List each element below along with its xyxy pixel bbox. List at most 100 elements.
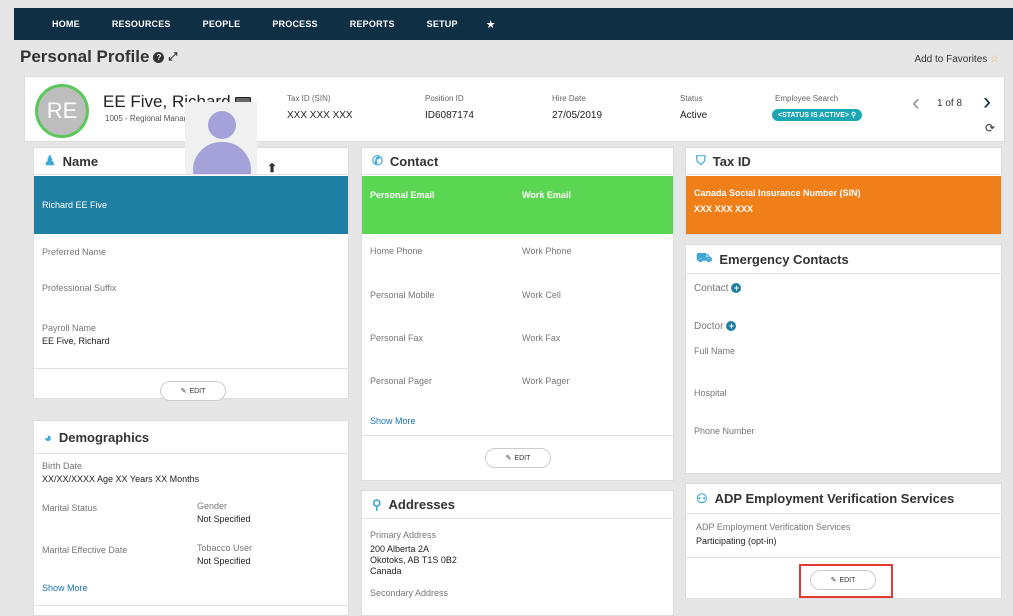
address-line-1: 200 Alberta 2A (370, 544, 430, 554)
name-edit-label: EDIT (189, 387, 206, 395)
nav-people[interactable]: PEOPLE (203, 19, 241, 29)
tobacco-user-value: Not Specified (197, 556, 251, 566)
contact-edit-label: EDIT (514, 454, 531, 462)
hire-date-value: 27/05/2019 (552, 110, 603, 121)
emergency-contacts-card: ⛟ Emergency Contacts Contact + Doctor + Fu… (685, 244, 1002, 474)
divider (686, 557, 1001, 558)
gender-value: Not Specified (197, 514, 251, 524)
phone-icon: ✆ (372, 153, 383, 168)
demographics-show-more-link[interactable]: Show More (42, 583, 88, 593)
add-contact-plus-icon[interactable]: + (731, 283, 742, 294)
nav-process[interactable]: PROCESS (272, 19, 317, 29)
personal-email-label: Personal Email (370, 190, 435, 200)
demographics-card: ◕ Demographics Birth Date XX/XX/XXXX Age… (33, 420, 349, 616)
position-id-value: ID6087174 (425, 110, 474, 121)
demographics-title: Demographics (58, 429, 150, 445)
sin-value: XXX XXX XXX (694, 204, 754, 214)
marital-status-label: Marital Status (42, 503, 98, 513)
pie-chart-icon: ◕ (44, 429, 52, 445)
page-title-text: Personal Profile (20, 47, 150, 66)
work-phone-label: Work Phone (522, 246, 572, 256)
tax-id-title: Tax ID (712, 153, 751, 169)
professional-suffix-label: Professional Suffix (42, 283, 117, 293)
shield-icon: ⛉ (696, 153, 706, 168)
tax-id-header: ⛉ Tax ID (686, 148, 1001, 175)
tax-id-label: Tax ID (SIN) (287, 94, 331, 103)
doctor-label: Doctor (694, 321, 724, 332)
people-icon: ⚇ (696, 490, 708, 506)
location-pin-icon: ⚲ (372, 496, 382, 512)
nav-home[interactable]: HOME (52, 19, 80, 29)
edit-button-highlight (799, 564, 893, 598)
expand-icon[interactable]: ⤢ (168, 51, 177, 64)
work-email-label: Work Email (522, 190, 571, 200)
pencil-icon: ✎ (180, 388, 187, 395)
status-value: Active (680, 110, 708, 121)
search-icon[interactable]: ⚲ (851, 112, 856, 119)
favorites-star-icon[interactable]: ★ (486, 18, 496, 31)
name-card-title: Name (62, 153, 99, 169)
full-name-band: Richard EE Five (34, 176, 348, 234)
avatar: RE (35, 84, 89, 138)
addresses-title: Addresses (388, 497, 456, 512)
help-icon[interactable]: ? (153, 51, 165, 63)
employee-header-card: RE EE Five, Richard 1005 - Regional Mana… (24, 76, 1005, 142)
contact-title: Contact (389, 153, 439, 169)
divider (362, 435, 673, 436)
adp-header: ⚇ ADP Employment Verification Services (686, 484, 1001, 514)
favorite-star-icon[interactable]: ☆ (990, 54, 999, 65)
contact-header: ✆ Contact (362, 148, 673, 175)
tax-id-card: ⛉ Tax ID Canada Social Insurance Number … (685, 147, 1002, 235)
name-edit-button[interactable]: ✎ EDIT (160, 381, 226, 401)
work-fax-label: Work Fax (522, 333, 561, 343)
nav-setup[interactable]: SETUP (427, 19, 458, 29)
addresses-card: ⚲ Addresses Primary Address 200 Alberta … (361, 490, 674, 616)
add-to-favorites[interactable]: Add to Favorites ☆ (914, 54, 999, 65)
address-line-3: Canada (370, 566, 402, 576)
employee-search-filter[interactable]: <STATUS IS ACTIVE> (778, 112, 849, 119)
adp-title: ADP Employment Verification Services (714, 491, 955, 506)
refresh-icon[interactable]: ⟳ (985, 121, 995, 135)
hospital-label: Hospital (694, 388, 727, 398)
ambulance-icon: ⛟ (696, 250, 713, 265)
person-silhouette-body (193, 142, 251, 174)
home-phone-label: Home Phone (370, 246, 423, 256)
contact-card: ✆ Contact Personal Email Work Email Home… (361, 147, 674, 481)
work-cell-label: Work Cell (522, 290, 561, 300)
previous-employee-chevron-icon[interactable]: ‹ (912, 89, 920, 117)
payroll-name-label: Payroll Name (42, 323, 97, 333)
sin-label: Canada Social Insurance Number (SIN) (694, 188, 861, 198)
pencil-icon: ✎ (505, 455, 512, 462)
contact-edit-button[interactable]: ✎ EDIT (485, 448, 551, 468)
person-icon: ♟ (44, 153, 56, 168)
preferred-name-label: Preferred Name (42, 247, 107, 257)
personal-mobile-label: Personal Mobile (370, 290, 435, 300)
secondary-address-label: Secondary Address (370, 588, 449, 598)
address-line-2: Okotoks, AB T1S 0B2 (370, 555, 457, 565)
contact-show-more-link[interactable]: Show More (370, 416, 416, 426)
employee-search-badge[interactable]: <STATUS IS ACTIVE> ⚲ (772, 109, 863, 121)
page-title: Personal Profile ? ⤢ (20, 47, 177, 67)
demographics-header: ◕ Demographics (34, 421, 348, 454)
add-doctor-plus-icon[interactable]: + (726, 321, 737, 332)
personal-fax-label: Personal Fax (370, 333, 424, 343)
nav-resources[interactable]: RESOURCES (112, 19, 171, 29)
name-card: ♟ Name Richard EE Five Preferred Name Pr… (33, 147, 349, 401)
adp-label: ADP Employment Verification Services (696, 522, 851, 532)
upload-icon[interactable]: ⬆ (267, 161, 277, 175)
contact-label: Contact (694, 283, 729, 294)
email-band: Personal Email Work Email (362, 176, 673, 234)
next-employee-chevron-icon[interactable]: › (983, 88, 991, 116)
sin-band: Canada Social Insurance Number (SIN) XXX… (686, 176, 1001, 234)
personal-pager-label: Personal Pager (370, 376, 433, 386)
add-to-favorites-label[interactable]: Add to Favorites (914, 54, 987, 65)
top-navigation: HOME RESOURCES PEOPLE PROCESS REPORTS SE… (14, 8, 1013, 40)
work-pager-label: Work Pager (522, 376, 570, 386)
gender-label: Gender (197, 501, 228, 511)
nav-reports[interactable]: REPORTS (350, 19, 395, 29)
employee-search-label: Employee Search (775, 94, 839, 103)
profile-photo-placeholder (185, 102, 257, 174)
full-name-value: Richard EE Five (42, 200, 108, 210)
employee-pager: 1 of 8 (937, 98, 963, 109)
phone-number-label: Phone Number (694, 426, 755, 436)
